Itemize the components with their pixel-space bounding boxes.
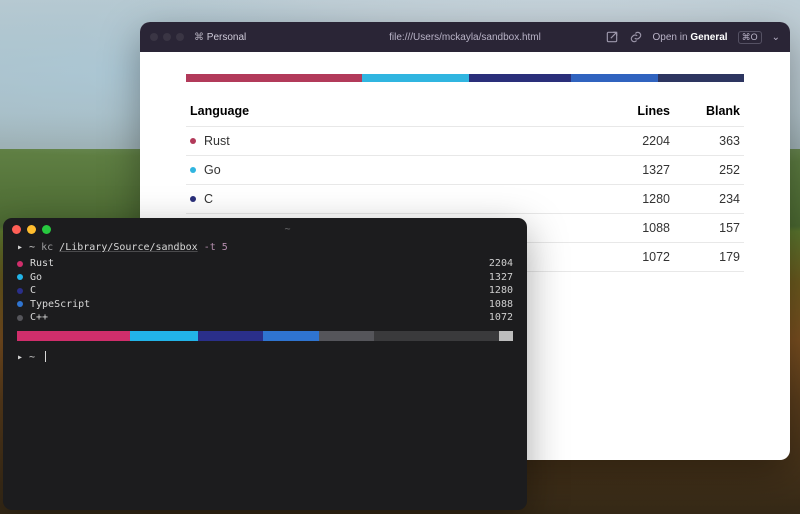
- tab-personal[interactable]: Personal: [194, 32, 246, 43]
- minimize-icon[interactable]: [27, 225, 36, 234]
- cursor-icon: [45, 351, 46, 362]
- chevron-down-icon[interactable]: ⌄: [772, 32, 780, 43]
- blank-count: 252: [674, 156, 744, 185]
- color-swatch-icon: [190, 138, 196, 144]
- terminal-proportion-bar: [17, 331, 513, 341]
- close-icon[interactable]: [150, 33, 158, 41]
- browser-titlebar: Personal file:///Users/mckayla/sandbox.h…: [140, 22, 790, 52]
- lines-count: 1072: [604, 243, 674, 272]
- zoom-icon[interactable]: [42, 225, 51, 234]
- window-controls[interactable]: [150, 33, 184, 41]
- lines-count: 2204: [604, 127, 674, 156]
- lines-count: 1088: [489, 298, 513, 312]
- language-name: Go: [204, 163, 221, 177]
- zoom-icon[interactable]: [176, 33, 184, 41]
- terminal-body[interactable]: ▸ ~ kc /Library/Source/sandbox -t 5 Rust…: [3, 240, 527, 373]
- table-row: Go: [186, 156, 604, 185]
- blank-count: 363: [674, 127, 744, 156]
- language-name: Go: [30, 271, 42, 285]
- blank-count: 179: [674, 243, 744, 272]
- terminal-output-row: C 1280: [17, 284, 513, 298]
- command-flags: -t 5: [204, 242, 228, 253]
- color-swatch-icon: [190, 167, 196, 173]
- lines-count: 1280: [604, 185, 674, 214]
- terminal-command-line: ▸ ~ kc /Library/Source/sandbox -t 5: [17, 242, 513, 253]
- link-icon[interactable]: [629, 30, 643, 44]
- col-header-blank: Blank: [674, 98, 744, 127]
- blank-count: 157: [674, 214, 744, 243]
- terminal-output-row: TypeScript 1088: [17, 298, 513, 312]
- table-row: C: [186, 185, 604, 214]
- color-swatch-icon: [17, 315, 23, 321]
- lines-count: 1072: [489, 311, 513, 325]
- bar-segment-cp+: [319, 331, 374, 341]
- terminal-output-row: Rust 2204: [17, 257, 513, 271]
- open-in-prefix: Open in: [653, 32, 688, 43]
- bar-segment-c: [198, 331, 264, 341]
- lines-count: 1280: [489, 284, 513, 298]
- color-swatch-icon: [17, 301, 23, 307]
- language-name: C: [30, 284, 36, 298]
- col-header-language: Language: [186, 98, 604, 127]
- terminal-window: ~ ▸ ~ kc /Library/Source/sandbox -t 5 Ru…: [3, 218, 527, 510]
- lines-count: 1327: [489, 271, 513, 285]
- table-row: Rust: [186, 127, 604, 156]
- bar-segment-cap: [499, 331, 513, 341]
- language-name: C++: [30, 311, 48, 325]
- terminal-titlebar: ~: [3, 218, 527, 240]
- blank-count: 234: [674, 185, 744, 214]
- color-swatch-icon: [17, 261, 23, 267]
- bar-segment-rust: [186, 74, 362, 82]
- terminal-title: ~: [57, 224, 518, 235]
- language-name: Rust: [30, 257, 54, 271]
- share-icon[interactable]: [605, 30, 619, 44]
- lines-count: 1327: [604, 156, 674, 185]
- minimize-icon[interactable]: [163, 33, 171, 41]
- terminal-prompt-idle: ▸ ~: [17, 351, 513, 363]
- terminal-output-row: C++ 1072: [17, 311, 513, 325]
- terminal-output-row: Go 1327: [17, 271, 513, 285]
- open-in-target: General: [690, 32, 727, 43]
- bar-segment-typescript: [571, 74, 658, 82]
- language-name: C: [204, 192, 213, 206]
- bar-segment-rust: [17, 331, 130, 341]
- open-in-button[interactable]: Open in General: [653, 32, 728, 43]
- prompt-symbol: ▸ ~: [17, 242, 35, 253]
- lines-count: 1088: [604, 214, 674, 243]
- language-name: Rust: [204, 134, 230, 148]
- color-swatch-icon: [190, 196, 196, 202]
- bar-segment-go: [130, 331, 198, 341]
- bar-segment-remainder: [374, 331, 499, 341]
- close-icon[interactable]: [12, 225, 21, 234]
- command-path: /Library/Source/sandbox: [59, 242, 197, 253]
- color-swatch-icon: [17, 274, 23, 280]
- language-name: TypeScript: [30, 298, 90, 312]
- bar-segment-cp+: [658, 74, 744, 82]
- col-header-lines: Lines: [604, 98, 674, 127]
- bar-segment-typescript: [263, 331, 319, 341]
- bar-segment-go: [362, 74, 468, 82]
- lines-count: 2204: [489, 257, 513, 271]
- bar-segment-c: [469, 74, 571, 82]
- kbd-shortcut: ⌘O: [738, 31, 762, 44]
- terminal-output-rows: Rust 2204 Go 1327 C 1280 TypeScript 1088 C++ 1072: [17, 257, 513, 325]
- language-proportion-bar: [186, 74, 744, 82]
- command-name: kc: [41, 242, 53, 253]
- color-swatch-icon: [17, 288, 23, 294]
